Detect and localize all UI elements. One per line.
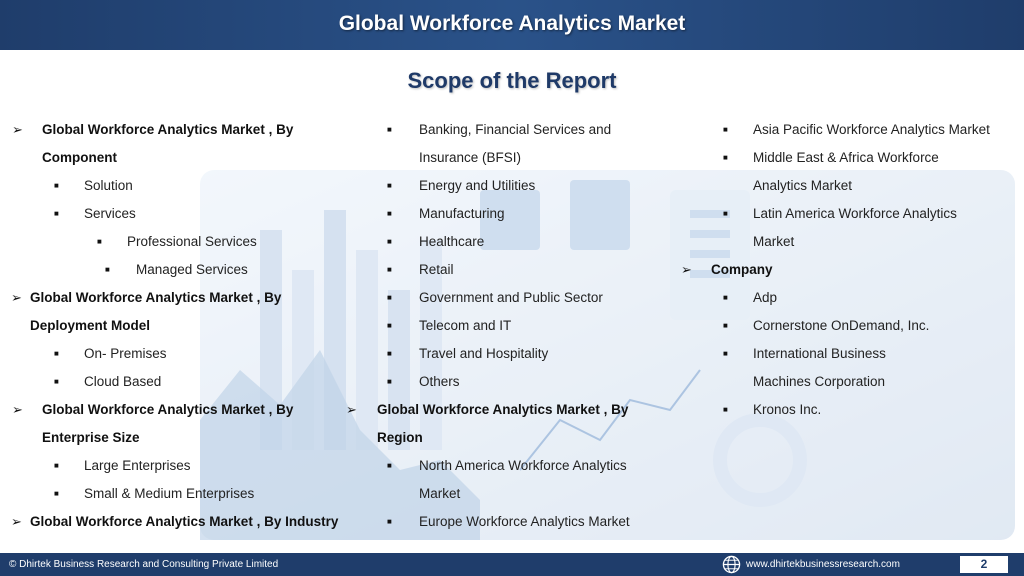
scope-item: Retail <box>419 262 454 277</box>
scope-heading: Component <box>42 150 117 165</box>
report-scope-content: ➢ Global Workforce Analytics Market , By C… <box>0 116 1024 540</box>
square-bullet-icon: ■ <box>54 181 59 190</box>
scope-item: Banking, Financial Services and <box>419 122 612 137</box>
scope-item: Market <box>753 234 795 249</box>
scope-item: Analytics Market <box>753 178 853 193</box>
square-bullet-icon: ■ <box>54 349 59 358</box>
arrow-bullet-icon: ➢ <box>11 290 22 305</box>
scope-heading: Company <box>711 262 773 277</box>
scope-item: Adp <box>753 290 778 305</box>
square-bullet-icon: ■ <box>387 517 392 526</box>
scope-heading: Enterprise Size <box>42 430 140 445</box>
square-bullet-icon: ■ <box>54 489 59 498</box>
scope-item: Market <box>419 486 461 501</box>
scope-heading: Deployment Model <box>30 318 151 333</box>
website-link[interactable]: www.dhirtekbusinessresearch.com <box>746 553 900 576</box>
scope-heading: Global Workforce Analytics Market , By I… <box>30 514 339 529</box>
footer-bar: © Dhirtek Business Research and Consulti… <box>0 553 1024 576</box>
scope-heading: Global Workforce Analytics Market , By <box>42 402 294 417</box>
arrow-bullet-icon: ➢ <box>12 402 23 417</box>
scope-item: North America Workforce Analytics <box>419 458 627 473</box>
scope-item: Small & Medium Enterprises <box>84 486 255 501</box>
scope-item: Professional Services <box>127 234 257 249</box>
square-bullet-icon: ■ <box>387 321 392 330</box>
scope-heading: Region <box>377 430 423 445</box>
scope-item: Kronos Inc. <box>753 402 822 417</box>
scope-heading: Global Workforce Analytics Market , By <box>30 290 282 305</box>
square-bullet-icon: ■ <box>387 349 392 358</box>
scope-item: Machines Corporation <box>753 374 886 389</box>
square-bullet-icon: ■ <box>97 237 102 246</box>
section-subtitle: Scope of the Report <box>407 68 617 93</box>
scope-item: International Business <box>753 346 886 361</box>
square-bullet-icon: ■ <box>387 377 392 386</box>
scope-item: Government and Public Sector <box>419 290 603 305</box>
scope-item: Europe Workforce Analytics Market <box>419 514 630 529</box>
square-bullet-icon: ■ <box>723 349 728 358</box>
square-bullet-icon: ■ <box>723 321 728 330</box>
square-bullet-icon: ■ <box>105 265 110 274</box>
square-bullet-icon: ■ <box>54 209 59 218</box>
page-title: Global Workforce Analytics Market <box>338 12 686 35</box>
scope-item: Solution <box>84 178 133 193</box>
square-bullet-icon: ■ <box>723 293 728 302</box>
scope-item: Energy and Utilities <box>419 178 536 193</box>
scope-item: Insurance (BFSI) <box>419 150 522 165</box>
scope-item: Others <box>419 374 460 389</box>
square-bullet-icon: ■ <box>387 237 392 246</box>
square-bullet-icon: ■ <box>387 293 392 302</box>
scope-item: On- Premises <box>84 346 167 361</box>
page-number: 2 <box>960 556 1008 573</box>
square-bullet-icon: ■ <box>54 377 59 386</box>
scope-item: Middle East & Africa Workforce <box>753 150 939 165</box>
scope-item: Asia Pacific Workforce Analytics Market <box>753 122 990 137</box>
scope-heading: Global Workforce Analytics Market , By <box>377 402 629 417</box>
arrow-bullet-icon: ➢ <box>12 122 23 137</box>
header-bar: Global Workforce Analytics Market <box>0 0 1024 50</box>
square-bullet-icon: ■ <box>387 181 392 190</box>
square-bullet-icon: ■ <box>723 405 728 414</box>
square-bullet-icon: ■ <box>723 209 728 218</box>
scope-item: Latin America Workforce Analytics <box>753 206 957 221</box>
scope-item: Large Enterprises <box>84 458 191 473</box>
scope-item: Travel and Hospitality <box>419 346 549 361</box>
scope-item: Cornerstone OnDemand, Inc. <box>753 318 930 333</box>
square-bullet-icon: ■ <box>723 125 728 134</box>
square-bullet-icon: ■ <box>723 153 728 162</box>
scope-item: Services <box>84 206 136 221</box>
globe-icon <box>722 555 741 574</box>
copyright-text: © Dhirtek Business Research and Consulti… <box>9 559 279 570</box>
scope-item: Managed Services <box>136 262 248 277</box>
scope-heading: Global Workforce Analytics Market , By <box>42 122 294 137</box>
scope-item: Manufacturing <box>419 206 505 221</box>
square-bullet-icon: ■ <box>387 125 392 134</box>
square-bullet-icon: ■ <box>387 461 392 470</box>
square-bullet-icon: ■ <box>387 209 392 218</box>
square-bullet-icon: ■ <box>387 265 392 274</box>
scope-item: Cloud Based <box>84 374 162 389</box>
arrow-bullet-icon: ➢ <box>11 514 22 529</box>
arrow-bullet-icon: ➢ <box>681 262 692 277</box>
scope-item: Telecom and IT <box>419 318 512 333</box>
square-bullet-icon: ■ <box>54 461 59 470</box>
arrow-bullet-icon: ➢ <box>346 402 357 417</box>
scope-item: Healthcare <box>419 234 485 249</box>
